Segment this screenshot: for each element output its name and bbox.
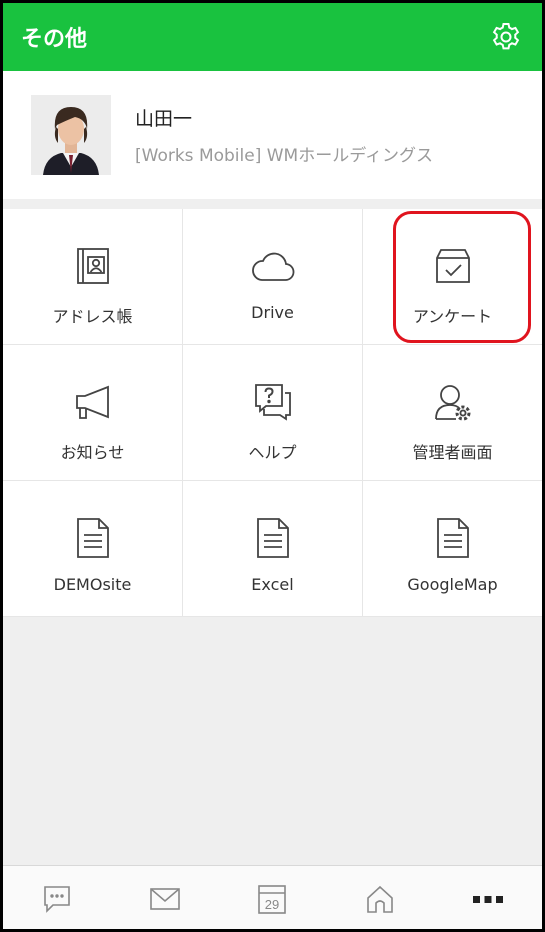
grid-item-label: Drive xyxy=(251,303,294,322)
megaphone-icon xyxy=(70,379,116,425)
home-icon xyxy=(367,885,394,913)
mail-icon xyxy=(149,888,180,910)
grid-item-label: GoogleMap xyxy=(407,575,498,594)
grid-item-excel[interactable]: Excel xyxy=(183,481,363,617)
grid-item-drive[interactable]: Drive xyxy=(183,209,363,345)
gear-icon[interactable] xyxy=(490,21,522,53)
calendar-day: 29 xyxy=(265,897,279,912)
app-screen: その他 山田一 [Works Mobile] WMホールディングス アドレス帳 … xyxy=(0,0,545,932)
help-icon xyxy=(250,379,296,425)
grid-item-label: DEMOsite xyxy=(53,575,132,594)
admin-icon xyxy=(430,379,476,425)
document-icon xyxy=(250,515,296,561)
app-header: その他 xyxy=(3,3,542,71)
address-book-icon xyxy=(70,243,116,289)
grid-item-help[interactable]: ヘルプ xyxy=(183,345,363,481)
grid-item-label: 管理者画面 xyxy=(412,443,493,462)
bottom-nav: 29 xyxy=(3,865,542,929)
cloud-icon xyxy=(250,243,296,289)
chat-icon xyxy=(44,886,70,913)
grid-item-label: お知らせ xyxy=(60,443,125,462)
avatar xyxy=(31,95,111,175)
document-icon xyxy=(70,515,116,561)
grid-item-address-book[interactable]: アドレス帳 xyxy=(3,209,183,345)
profile-organization: [Works Mobile] WMホールディングス xyxy=(135,146,434,166)
grid-item-notice[interactable]: お知らせ xyxy=(3,345,183,481)
nav-mail[interactable] xyxy=(135,874,195,924)
grid-item-demosite[interactable]: DEMOsite xyxy=(3,481,183,617)
nav-home[interactable] xyxy=(350,874,410,924)
grid-item-label: アドレス帳 xyxy=(52,307,133,326)
document-icon xyxy=(430,515,476,561)
highlight-frame xyxy=(393,211,531,343)
profile-card[interactable]: 山田一 [Works Mobile] WMホールディングス xyxy=(3,71,542,199)
nav-calendar[interactable]: 29 xyxy=(242,874,302,924)
grid-item-label: Excel xyxy=(251,575,294,594)
more-icon xyxy=(473,896,504,903)
calendar-icon: 29 xyxy=(258,885,287,914)
grid-item-label: ヘルプ xyxy=(248,443,297,462)
profile-name: 山田一 xyxy=(135,108,193,130)
page-title: その他 xyxy=(21,27,88,52)
grid-item-admin[interactable]: 管理者画面 xyxy=(363,345,542,481)
grid-item-googlemap[interactable]: GoogleMap xyxy=(363,481,542,617)
nav-chat[interactable] xyxy=(27,874,87,924)
nav-more[interactable] xyxy=(458,874,518,924)
